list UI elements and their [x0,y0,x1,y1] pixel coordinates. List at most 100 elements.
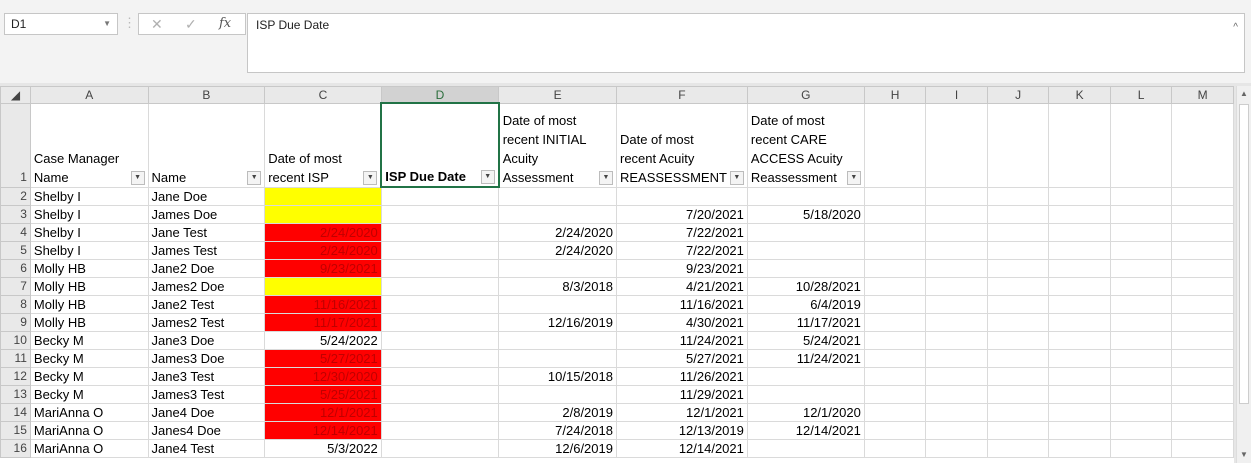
column-header-c[interactable]: C [264,86,382,104]
cell-d[interactable] [380,222,500,242]
cell-a[interactable]: MariAnna O [29,420,149,440]
cell-g[interactable] [746,222,865,242]
cell[interactable] [986,204,1050,224]
cell[interactable] [1048,258,1111,278]
cell-b[interactable]: James2 Doe [147,276,266,296]
cell-b[interactable]: Jane3 Test [147,366,266,386]
cell-f[interactable]: 12/14/2021 [615,438,748,458]
select-all-corner[interactable]: ◢ [0,86,31,104]
cell-e[interactable] [498,384,617,404]
cell-a[interactable]: Molly HB [29,312,149,332]
cell[interactable] [1048,312,1111,332]
cell-d[interactable] [380,186,500,206]
column-header-l[interactable]: L [1109,86,1173,104]
cell-b[interactable]: Jane3 Doe [147,330,266,350]
cell[interactable] [1048,384,1111,404]
cell-b[interactable]: James2 Test [147,312,266,332]
row-header[interactable]: 16 [0,438,31,458]
cell[interactable] [925,222,988,242]
cell[interactable] [925,204,988,224]
filter-dropdown-icon[interactable]: ▼ [480,170,495,184]
cell[interactable] [1109,222,1173,242]
cell[interactable] [1048,348,1111,368]
cell[interactable] [1109,240,1173,260]
cell[interactable] [863,276,927,296]
row-header[interactable]: 15 [0,420,31,440]
cell-c[interactable]: 12/1/2021 [264,402,382,422]
cell-c[interactable]: 2/24/2020 [264,240,382,260]
cell-a[interactable]: Becky M [29,330,149,350]
cell[interactable] [1048,186,1111,206]
cell-e[interactable]: 7/24/2018 [498,420,617,440]
cell[interactable] [986,420,1050,440]
cell[interactable] [1048,438,1111,458]
row-header[interactable]: 3 [0,204,31,224]
cell-b[interactable]: Jane Test [147,222,266,242]
cell-f[interactable]: 4/30/2021 [615,312,748,332]
cell-c[interactable]: 2/24/2020 [264,222,382,242]
cell[interactable] [1048,330,1111,350]
cell-c[interactable]: 5/27/2021 [264,348,382,368]
cell-a[interactable]: Becky M [29,384,149,404]
cell[interactable] [863,402,927,422]
cell[interactable] [986,348,1050,368]
cell-d[interactable] [380,330,500,350]
header-cell-acuity-reassessment[interactable]: Date of most recent Acuity REASSESSMENT ▼ [615,102,748,188]
cell-c[interactable] [264,186,382,206]
cell[interactable] [925,402,988,422]
cell[interactable] [863,294,927,314]
cell-d[interactable] [380,294,500,314]
cell-b[interactable]: James Test [147,240,266,260]
cell-a[interactable]: Molly HB [29,276,149,296]
cell-a[interactable]: Becky M [29,366,149,386]
row-header[interactable]: 5 [0,240,31,260]
cell[interactable] [1048,204,1111,224]
header-cell-case-manager[interactable]: Case Manager Name ▼ [29,102,149,188]
header-cell-isp-due-date[interactable]: ISP Due Date ▼ [380,102,500,188]
cell-f[interactable]: 11/16/2021 [615,294,748,314]
cell[interactable] [1171,366,1234,386]
cell-c[interactable]: 5/24/2022 [264,330,382,350]
cell[interactable] [986,186,1050,206]
cell[interactable] [925,330,988,350]
cell[interactable] [863,102,927,188]
cell-e[interactable]: 8/3/2018 [498,276,617,296]
cell[interactable] [1109,348,1173,368]
cell[interactable] [863,186,927,206]
cell-e[interactable]: 12/6/2019 [498,438,617,458]
cell[interactable] [1048,240,1111,260]
cell[interactable] [863,222,927,242]
chevron-down-icon[interactable]: ▼ [103,19,111,28]
cell[interactable] [986,366,1050,386]
cell[interactable] [986,402,1050,422]
cell[interactable] [863,348,927,368]
filter-dropdown-icon[interactable]: ▼ [846,170,861,185]
cell-e[interactable]: 12/16/2019 [498,312,617,332]
cell-d[interactable] [380,276,500,296]
cell-c[interactable] [264,276,382,296]
cell[interactable] [1171,258,1234,278]
cell-b[interactable]: James3 Doe [147,348,266,368]
column-header-d[interactable]: D [380,86,500,104]
cell[interactable] [1048,276,1111,296]
cell-g[interactable]: 11/24/2021 [746,348,865,368]
cell[interactable] [1048,402,1111,422]
cell-g[interactable]: 12/14/2021 [746,420,865,440]
row-header[interactable]: 6 [0,258,31,278]
cell-e[interactable]: 2/24/2020 [498,240,617,260]
cell-b[interactable]: James Doe [147,204,266,224]
header-cell-care-access[interactable]: Date of most recent CARE ACCESS Acuity R… [746,102,865,188]
cell[interactable] [1171,438,1234,458]
cell[interactable] [925,186,988,206]
column-header-g[interactable]: G [746,86,865,104]
cell-g[interactable] [746,240,865,260]
cell[interactable] [863,330,927,350]
cell[interactable] [1109,420,1173,440]
cell[interactable] [986,294,1050,314]
cell[interactable] [1171,420,1234,440]
cell[interactable] [925,240,988,260]
cell[interactable] [925,312,988,332]
cell-g[interactable]: 12/1/2020 [746,402,865,422]
cell[interactable] [986,258,1050,278]
cell[interactable] [1171,330,1234,350]
